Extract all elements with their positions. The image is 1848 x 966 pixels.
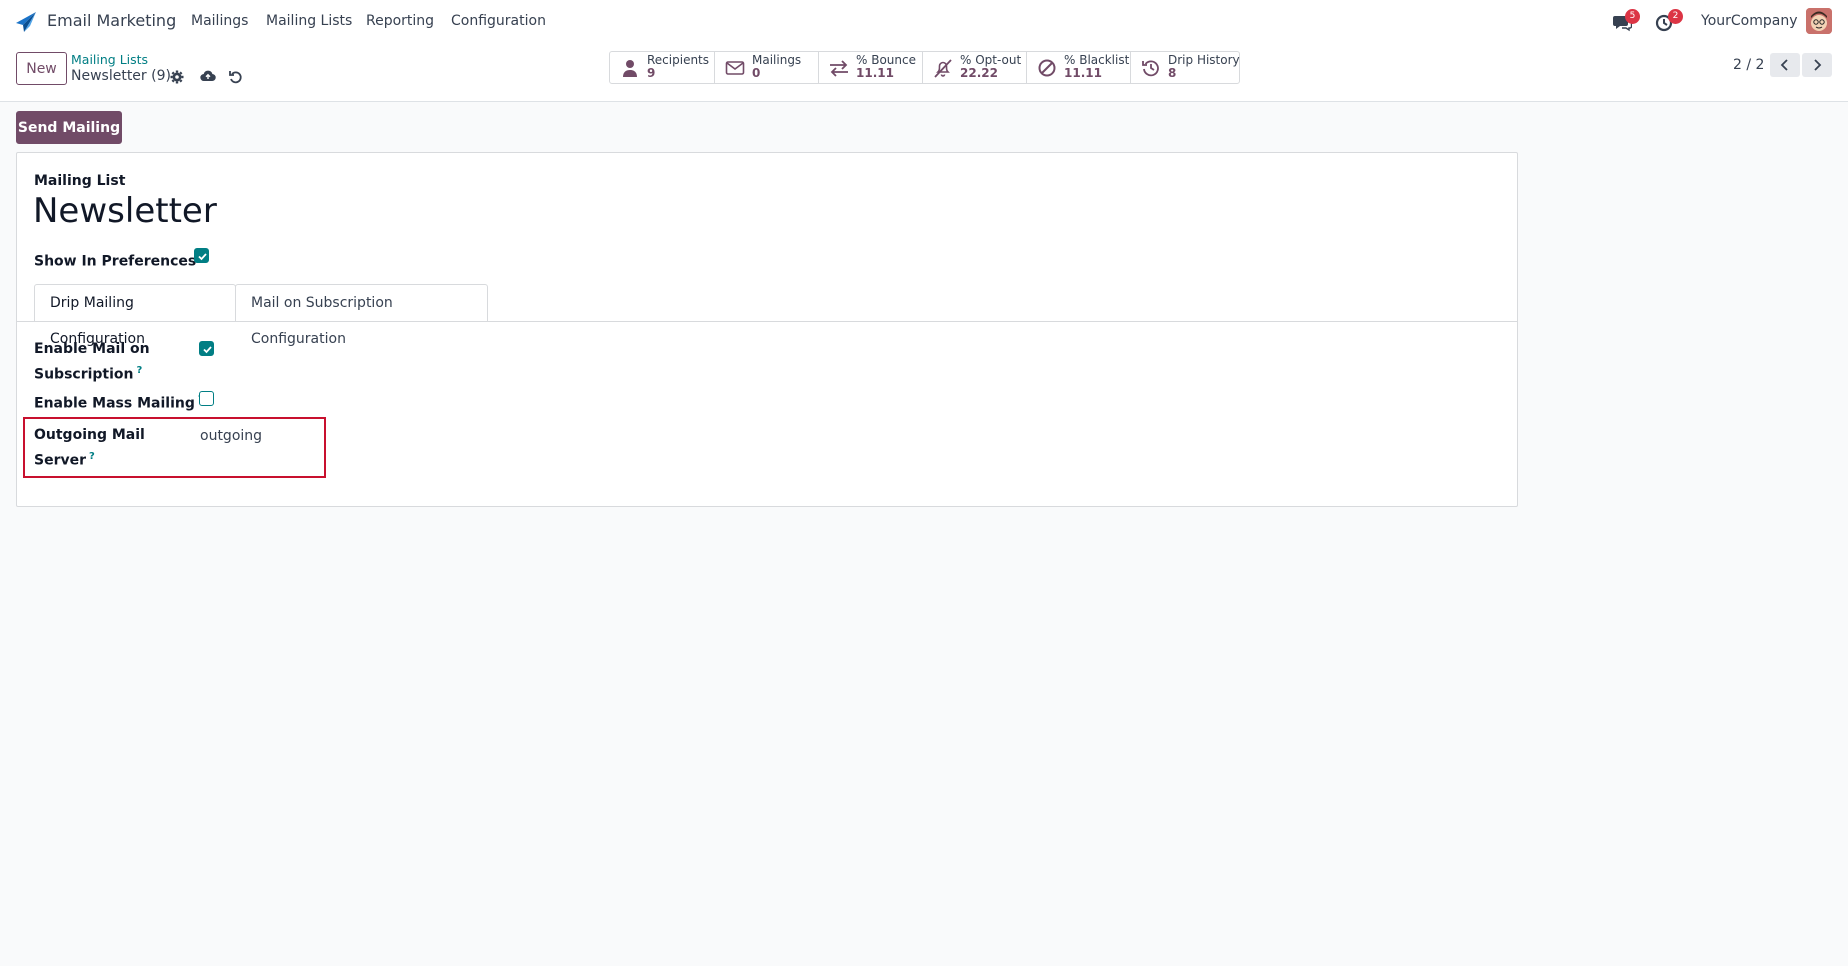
enable-mail-on-subscription-label: Enable Mail on Subscription? [34,339,150,386]
pager-next-button[interactable] [1802,53,1832,77]
mailings-stat-button[interactable]: Mailings 0 [715,52,819,83]
recipients-stat-button[interactable]: Recipients 9 [610,52,715,83]
drip-history-value: 8 [1168,66,1177,80]
show-in-preferences-label-text: Show In Preferences [34,253,197,270]
exchange-icon [830,60,848,77]
enable-mail-on-subscription-checkbox[interactable] [199,341,214,356]
checkmark-icon [198,253,207,261]
messages-badge: 5 [1625,9,1640,24]
tabs-divider [17,321,1517,322]
pager-value[interactable]: 2 / 2 [1733,57,1764,73]
chevron-left-icon [1780,59,1788,71]
opt-out-stat-button[interactable]: % Opt-out 22.22 [923,52,1027,83]
user-avatar-icon [1806,8,1832,34]
send-mailing-button[interactable]: Send Mailing [16,111,122,144]
menu-configuration[interactable]: Configuration [451,13,546,29]
app-name[interactable]: Email Marketing [47,11,176,30]
mailing-list-name-field[interactable]: Newsletter [33,191,217,231]
drip-history-label: Drip History [1168,53,1240,67]
enable-mass-mailing-label-text: Enable Mass Mailing [34,395,195,412]
bounce-value: 11.11 [856,66,894,80]
enable-mass-mailing-label: Enable Mass Mailing? [34,389,204,415]
email-marketing-logo-icon[interactable] [14,10,38,34]
drip-history-stat-button[interactable]: Drip History 8 [1131,52,1240,83]
tab-mail-on-subscription-configuration[interactable]: Mail on Subscription Configuration [235,284,488,347]
help-tooltip-icon[interactable]: ? [137,365,143,376]
user-icon [623,60,637,77]
enable-mass-mailing-checkbox[interactable] [199,391,214,406]
opt-out-value: 22.22 [960,66,998,80]
ban-icon [1038,59,1056,77]
recipients-label: Recipients [647,53,710,67]
smart-buttons: Recipients 9 Mailings 0 % Bounce 11.11 %… [609,51,1240,84]
bounce-stat-button[interactable]: % Bounce 11.11 [819,52,923,83]
blacklist-stat-button[interactable]: % Blacklist 11.11 [1027,52,1131,83]
show-in-preferences-label: Show In Preferences? [34,247,205,273]
blacklist-value: 11.11 [1064,66,1102,80]
breadcrumb-current-record: Newsletter (9) [71,68,171,84]
history-icon [1142,60,1159,77]
chevron-right-icon [1814,59,1822,71]
top-navbar: Email Marketing Mailings Mailing Lists R… [0,0,1848,44]
menu-mailings[interactable]: Mailings [191,13,248,29]
tab-drip-mailing-configuration[interactable]: Drip Mailing Configuration [34,284,236,347]
envelope-icon [725,61,745,75]
breadcrumb-mailing-lists[interactable]: Mailing Lists [71,52,148,67]
outgoing-mail-server-highlight [23,417,326,478]
mailings-value: 0 [752,66,761,80]
menu-reporting[interactable]: Reporting [366,13,434,29]
user-avatar[interactable] [1806,8,1832,34]
bell-slash-icon [934,59,952,78]
gear-icon[interactable] [169,69,185,85]
enable-mail-on-subscription-label-line2: Subscription [34,366,134,383]
show-in-preferences-checkbox[interactable] [194,248,209,263]
new-button[interactable]: New [16,52,67,85]
activities-badge: 2 [1668,9,1683,24]
recipients-value: 9 [647,66,656,80]
checkmark-icon [203,346,212,354]
control-panel: New Mailing Lists Newsletter (9) Recipie… [0,44,1848,102]
menu-mailing-lists[interactable]: Mailing Lists [266,13,352,29]
pager-previous-button[interactable] [1770,53,1800,77]
mailing-list-title-label: Mailing List [34,173,126,189]
company-switcher[interactable]: YourCompany [1701,13,1798,29]
discard-undo-icon[interactable] [228,69,244,85]
enable-mail-on-subscription-label-line1: Enable Mail on [34,341,150,357]
cloud-upload-icon[interactable] [200,68,216,84]
